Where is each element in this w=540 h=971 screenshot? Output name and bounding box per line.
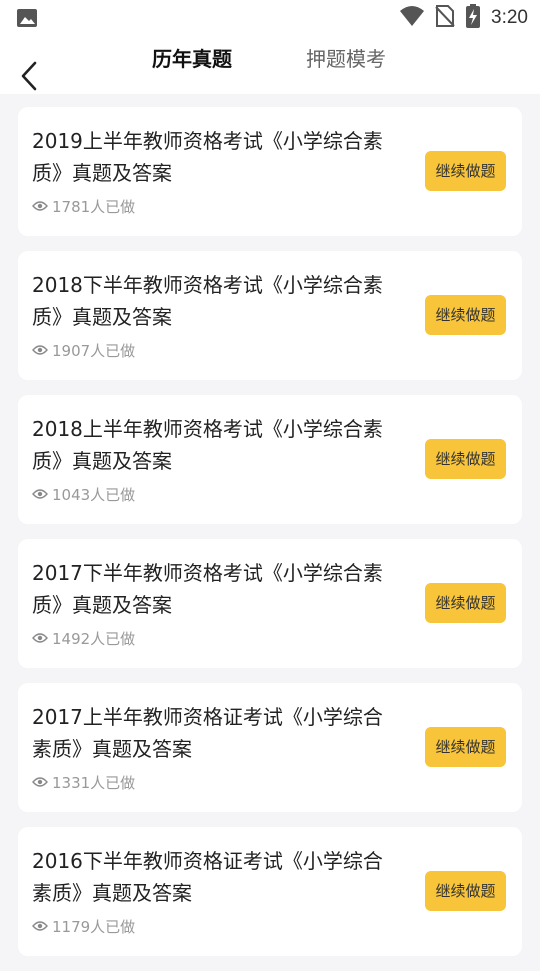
exam-meta: 1781人已做 xyxy=(32,196,135,217)
continue-button[interactable]: 继续做题 xyxy=(425,583,506,623)
eye-icon xyxy=(32,342,48,360)
view-count: 1331人已做 xyxy=(52,774,136,792)
view-count: 1907人已做 xyxy=(52,342,136,360)
chevron-left-icon xyxy=(16,61,44,96)
continue-button[interactable]: 继续做题 xyxy=(425,871,506,911)
continue-button[interactable]: 继续做题 xyxy=(425,151,506,191)
status-time: 3:20 xyxy=(491,7,528,28)
exam-title: 2017上半年教师资格证考试《小学综合素质》真题及答案 xyxy=(32,705,383,761)
exam-card[interactable]: 2018上半年教师资格考试《小学综合素质》真题及答案 1043人已做 继续做题 xyxy=(18,395,522,524)
exam-meta: 1907人已做 xyxy=(32,340,135,361)
no-sim-icon xyxy=(435,4,455,32)
exam-title: 2018上半年教师资格考试《小学综合素质》真题及答案 xyxy=(32,417,383,473)
exam-meta: 1331人已做 xyxy=(32,772,135,793)
exam-title: 2018下半年教师资格考试《小学综合素质》真题及答案 xyxy=(32,273,383,329)
status-bar: 3:20 xyxy=(0,0,540,36)
exam-meta: 1043人已做 xyxy=(32,484,135,505)
exam-title: 2017下半年教师资格考试《小学综合素质》真题及答案 xyxy=(32,561,383,617)
battery-charging-icon xyxy=(465,4,481,32)
exam-title: 2016下半年教师资格证考试《小学综合素质》真题及答案 xyxy=(32,849,383,905)
exam-card[interactable]: 2016下半年教师资格证考试《小学综合素质》真题及答案 1179人已做 继续做题 xyxy=(18,827,522,956)
image-icon xyxy=(16,8,38,28)
continue-button[interactable]: 继续做题 xyxy=(425,727,506,767)
tab-mock-exams[interactable]: 押题模考 xyxy=(306,43,386,72)
view-count: 1781人已做 xyxy=(52,198,136,216)
exam-card[interactable]: 2017下半年教师资格考试《小学综合素质》真题及答案 1492人已做 继续做题 xyxy=(18,539,522,668)
exam-title: 2019上半年教师资格考试《小学综合素质》真题及答案 xyxy=(32,129,383,185)
exam-card[interactable]: 2019上半年教师资格考试《小学综合素质》真题及答案 1781人已做 继续做题 xyxy=(18,107,522,236)
view-count: 1492人已做 xyxy=(52,630,136,648)
eye-icon xyxy=(32,774,48,792)
exam-list: 2019上半年教师资格考试《小学综合素质》真题及答案 1781人已做 继续做题 … xyxy=(18,107,522,971)
wifi-icon xyxy=(399,5,425,31)
exam-card[interactable]: 2018下半年教师资格考试《小学综合素质》真题及答案 1907人已做 继续做题 xyxy=(18,251,522,380)
exam-meta: 1492人已做 xyxy=(32,628,135,649)
eye-icon xyxy=(32,630,48,648)
view-count: 1179人已做 xyxy=(52,918,136,936)
tab-past-exams[interactable]: 历年真题 xyxy=(152,43,232,72)
eye-icon xyxy=(32,486,48,504)
continue-button[interactable]: 继续做题 xyxy=(425,439,506,479)
top-bar: 3:20 历年真题 押题模考 xyxy=(0,0,540,94)
view-count: 1043人已做 xyxy=(52,486,136,504)
continue-button[interactable]: 继续做题 xyxy=(425,295,506,335)
exam-card[interactable]: 2017上半年教师资格证考试《小学综合素质》真题及答案 1331人已做 继续做题 xyxy=(18,683,522,812)
eye-icon xyxy=(32,918,48,936)
tab-bar: 历年真题 押题模考 xyxy=(0,38,540,78)
eye-icon xyxy=(32,198,48,216)
exam-meta: 1179人已做 xyxy=(32,916,135,937)
